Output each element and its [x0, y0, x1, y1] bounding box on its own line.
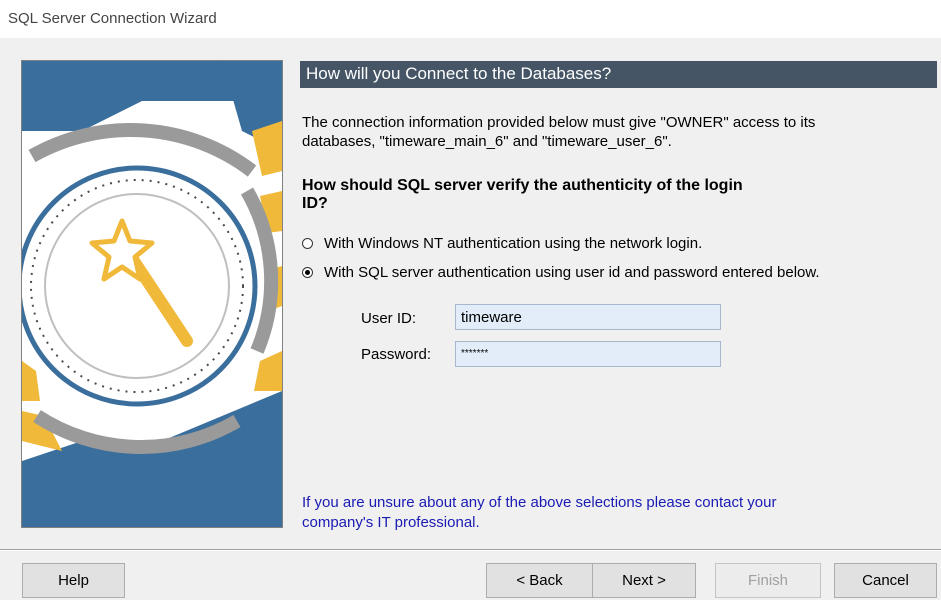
radio-windows-auth[interactable]: With Windows NT authentication using the… [302, 233, 702, 253]
user-id-label: User ID: [361, 310, 417, 327]
question-line: ID? [302, 195, 328, 212]
divider [0, 549, 941, 551]
radio-label: With Windows NT authentication using the… [324, 234, 703, 252]
magic-wand-icon [22, 61, 282, 527]
question-line: How should SQL server verify the authent… [302, 177, 743, 194]
radio-label: With SQL server authentication using use… [324, 263, 820, 281]
radio-sql-auth[interactable]: With SQL server authentication using use… [302, 262, 820, 282]
info-text: The connection information provided belo… [302, 113, 938, 151]
page-heading-bar: How will you Connect to the Databases? [300, 61, 937, 88]
window-title: SQL Server Connection Wizard [8, 10, 217, 27]
password-input[interactable]: ******* [455, 341, 721, 367]
back-button[interactable]: < Back [486, 563, 593, 598]
page-title: How will you Connect to the Databases? [306, 64, 612, 83]
wizard-illustration [21, 60, 283, 528]
next-button[interactable]: Next > [592, 563, 696, 598]
info-line: databases, "timeware_main_6" and "timewa… [302, 133, 672, 150]
info-line: The connection information provided belo… [302, 114, 816, 131]
cancel-button[interactable]: Cancel [834, 563, 937, 598]
radio-button-selected-icon[interactable] [302, 266, 313, 278]
finish-button[interactable]: Finish [715, 563, 821, 598]
help-note: If you are unsure about any of the above… [302, 493, 902, 533]
help-note-line: If you are unsure about any of the above… [302, 494, 777, 511]
radio-button-icon[interactable] [302, 237, 313, 249]
auth-question: How should SQL server verify the authent… [302, 177, 892, 213]
help-button[interactable]: Help [22, 563, 125, 598]
help-note-line: company's IT professional. [302, 514, 480, 531]
password-label: Password: [361, 346, 432, 363]
title-bar: SQL Server Connection Wizard [0, 0, 941, 38]
user-id-input[interactable]: timeware [455, 304, 721, 330]
